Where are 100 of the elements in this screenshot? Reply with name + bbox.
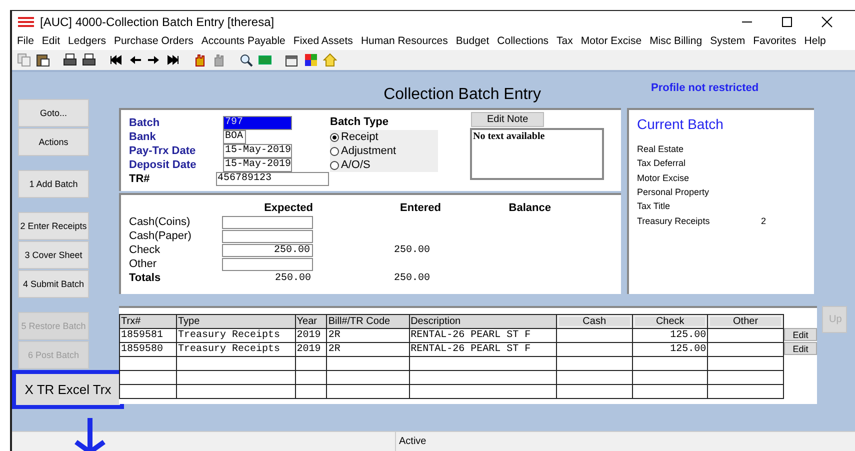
amount-label: Cash(Coins) bbox=[129, 216, 192, 228]
table-cell: 2R bbox=[326, 328, 410, 342]
radio-label[interactable]: Adjustment bbox=[341, 145, 396, 157]
table-cell: 1859580 bbox=[120, 342, 176, 356]
amount-value: 250.00 bbox=[394, 272, 430, 284]
column-header: Expected bbox=[263, 202, 313, 214]
table-cell: RENTAL-26 PEARL ST F bbox=[409, 328, 556, 342]
column-header[interactable]: Other bbox=[708, 314, 784, 328]
table-cell: 2019 bbox=[295, 328, 327, 342]
table-cell: 125.00 bbox=[632, 342, 708, 356]
forward-icon[interactable] bbox=[147, 53, 161, 67]
menu-item[interactable]: Tax bbox=[556, 35, 573, 47]
table-cell: Treasury Receipts bbox=[176, 328, 296, 342]
column-header: Entered bbox=[399, 202, 441, 214]
sidebar-button[interactable]: 1 Add Batch bbox=[18, 170, 89, 198]
screen-icon[interactable] bbox=[258, 53, 272, 67]
first-icon[interactable] bbox=[109, 53, 123, 67]
field-label: Pay-Trx Date bbox=[129, 145, 197, 157]
sidebar-button[interactable]: Goto... bbox=[18, 99, 89, 127]
sidebar-button[interactable]: Actions bbox=[18, 128, 89, 156]
menu-item[interactable]: Collections bbox=[497, 35, 549, 47]
hand-icon[interactable] bbox=[212, 53, 226, 67]
field-label: Batch bbox=[129, 117, 161, 129]
printer-icon[interactable] bbox=[63, 53, 77, 67]
close-icon[interactable] bbox=[821, 16, 833, 28]
amount-label: Check bbox=[129, 244, 162, 256]
column-header: Description bbox=[409, 314, 556, 328]
input-field[interactable]: 797 bbox=[223, 116, 292, 130]
column-header: Balance bbox=[508, 202, 551, 214]
edit-button[interactable]: Edit bbox=[784, 342, 817, 355]
last-icon[interactable] bbox=[166, 53, 180, 67]
panel-title: Current Batch bbox=[637, 116, 724, 132]
menu-item[interactable]: File bbox=[17, 35, 34, 47]
edit-note-button[interactable]: Edit Note bbox=[471, 112, 544, 127]
sidebar-button[interactable]: 3 Cover Sheet bbox=[18, 241, 89, 269]
input-field[interactable]: 15-May-2019 bbox=[223, 158, 292, 172]
table-cell: 2019 bbox=[295, 342, 327, 356]
sidebar-button[interactable]: 2 Enter Receipts bbox=[18, 212, 89, 240]
menu-item[interactable]: Edit bbox=[42, 35, 60, 47]
menu-item[interactable]: Fixed Assets bbox=[293, 35, 353, 47]
category-label: Real Estate bbox=[637, 144, 685, 154]
menu-item[interactable]: System bbox=[710, 35, 746, 47]
column-header: Type bbox=[176, 314, 296, 328]
field-label: Deposit Date bbox=[129, 159, 198, 171]
amount-field[interactable] bbox=[222, 216, 313, 228]
menu-item[interactable]: Accounts Payable bbox=[201, 35, 286, 47]
table-cell: RENTAL-26 PEARL ST F bbox=[409, 342, 556, 356]
grid-icon[interactable] bbox=[304, 53, 318, 67]
amount-value: 250.00 bbox=[394, 244, 430, 256]
sidebar-button[interactable]: 4 Submit Batch bbox=[18, 270, 89, 298]
amount-field[interactable]: 250.00 bbox=[222, 244, 313, 256]
menu-item[interactable]: Ledgers bbox=[68, 35, 106, 47]
amount-value: 250.00 bbox=[274, 272, 312, 284]
field-label: TR# bbox=[129, 173, 151, 185]
radio-button[interactable] bbox=[330, 160, 339, 170]
printer-icon[interactable] bbox=[82, 53, 96, 67]
home-icon[interactable] bbox=[323, 53, 337, 67]
radio-label[interactable]: A/O/S bbox=[341, 159, 370, 171]
menu-item[interactable]: Budget bbox=[456, 35, 490, 47]
maximize-icon[interactable] bbox=[781, 16, 793, 28]
search-icon[interactable] bbox=[239, 53, 253, 67]
table-cell: 125.00 bbox=[632, 328, 708, 342]
input-field[interactable]: BOA bbox=[223, 130, 246, 144]
column-header: Trx# bbox=[120, 314, 176, 328]
amount-field[interactable] bbox=[222, 258, 313, 270]
radio-button[interactable] bbox=[330, 132, 339, 142]
menu-item[interactable]: Misc Billing bbox=[650, 35, 702, 47]
input-field[interactable]: 15-May-2019 bbox=[223, 144, 292, 158]
amount-label: Cash(Paper) bbox=[129, 230, 192, 242]
field-label: Bank bbox=[129, 131, 157, 143]
window-title: [AUC] 4000-Collection Batch Entry [theresa] bbox=[40, 14, 274, 28]
column-header[interactable]: Cash bbox=[556, 314, 633, 328]
status-text: Active bbox=[395, 432, 426, 451]
edit-button[interactable]: Edit bbox=[784, 328, 817, 341]
menu-item[interactable]: Purchase Orders bbox=[114, 35, 194, 47]
sidebar-button[interactable]: X TR Excel Trx bbox=[12, 370, 124, 409]
hand-icon[interactable] bbox=[193, 53, 207, 67]
radio-label[interactable]: Receipt bbox=[341, 131, 378, 143]
menu-item[interactable]: Motor Excise bbox=[580, 35, 642, 47]
menu-item[interactable]: Help bbox=[804, 35, 826, 47]
window-icon[interactable] bbox=[285, 53, 299, 67]
menu-item[interactable]: Favorites bbox=[753, 35, 796, 47]
note-box[interactable]: No text available bbox=[470, 128, 604, 180]
radio-button[interactable] bbox=[330, 146, 339, 156]
category-label: Personal Property bbox=[637, 187, 710, 198]
menu-item[interactable]: Human Resources bbox=[360, 35, 448, 47]
amount-label: Other bbox=[129, 258, 158, 270]
category-label: Tax Title bbox=[637, 201, 672, 212]
amount-field[interactable] bbox=[222, 230, 313, 242]
page-title: Collection Batch Entry bbox=[382, 85, 542, 104]
group-label: Batch Type bbox=[330, 116, 390, 128]
table-cell: 1859581 bbox=[120, 328, 176, 342]
column-header: Year bbox=[295, 314, 327, 328]
input-field[interactable]: 456789123 bbox=[216, 172, 329, 186]
category-count: 2 bbox=[761, 216, 766, 226]
column-header[interactable]: Check bbox=[632, 314, 708, 328]
amount-label: Totals bbox=[129, 272, 162, 284]
clipboard-icon[interactable] bbox=[36, 53, 50, 67]
back-icon[interactable] bbox=[128, 53, 142, 67]
category-label: Tax Deferral bbox=[637, 158, 687, 168]
